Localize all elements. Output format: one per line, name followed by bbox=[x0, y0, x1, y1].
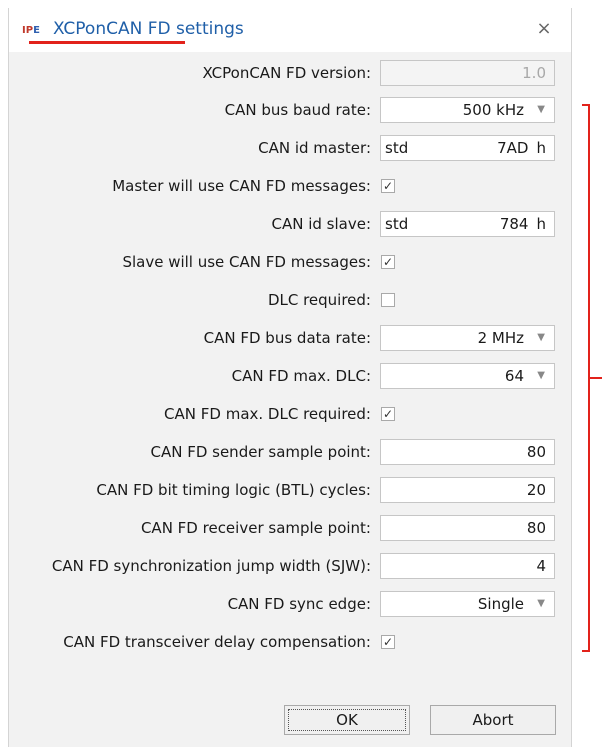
max-dlc-required-checkbox[interactable]: ✓ bbox=[381, 407, 395, 421]
sync-edge-select[interactable]: Single ▼ bbox=[380, 591, 555, 617]
id-slave-unit: h bbox=[536, 215, 546, 233]
id-master-unit: h bbox=[536, 139, 546, 157]
max-dlc-select[interactable]: 64 ▼ bbox=[380, 363, 555, 389]
title-annotation-underline bbox=[29, 41, 185, 44]
row-baud-rate: CAN bus baud rate: 500 kHz ▼ bbox=[9, 95, 571, 125]
annotation-bracket bbox=[582, 104, 590, 652]
row-sender-sample-point: CAN FD sender sample point: 80 bbox=[9, 437, 571, 467]
id-slave-type: std bbox=[385, 215, 409, 233]
sjw-input[interactable]: 4 bbox=[380, 553, 555, 579]
id-master-label: CAN id master: bbox=[258, 139, 371, 157]
receiver-sample-point-input[interactable]: 80 bbox=[380, 515, 555, 541]
id-master-type: std bbox=[385, 139, 409, 157]
baud-rate-label: CAN bus baud rate: bbox=[224, 101, 371, 119]
abort-button[interactable]: Abort bbox=[430, 705, 556, 735]
row-dlc-required: DLC required: bbox=[9, 285, 571, 315]
max-dlc-label: CAN FD max. DLC: bbox=[231, 367, 371, 385]
focus-ring bbox=[288, 709, 406, 731]
row-version: XCPonCAN FD version: 1.0 bbox=[9, 58, 571, 88]
slave-fd-checkbox[interactable]: ✓ bbox=[381, 255, 395, 269]
sync-edge-label: CAN FD sync edge: bbox=[227, 595, 371, 613]
chevron-down-icon: ▼ bbox=[537, 104, 545, 115]
row-max-dlc-required: CAN FD max. DLC required: ✓ bbox=[9, 399, 571, 429]
settings-dialog: IPE XCPonCAN FD settings × XCPonCAN FD v… bbox=[8, 8, 572, 747]
receiver-sample-point-label: CAN FD receiver sample point: bbox=[140, 519, 371, 537]
row-id-master: CAN id master: std 7AD h bbox=[9, 133, 571, 163]
max-dlc-required-label: CAN FD max. DLC required: bbox=[164, 405, 371, 423]
dlc-required-label: DLC required: bbox=[267, 291, 371, 309]
chevron-down-icon: ▼ bbox=[537, 598, 545, 609]
dlc-required-checkbox[interactable] bbox=[381, 293, 395, 307]
dialog-title: XCPonCAN FD settings bbox=[53, 19, 244, 39]
row-master-fd: Master will use CAN FD messages: ✓ bbox=[9, 171, 571, 201]
data-rate-select[interactable]: 2 MHz ▼ bbox=[380, 325, 555, 351]
row-slave-fd: Slave will use CAN FD messages: ✓ bbox=[9, 247, 571, 277]
delay-comp-label: CAN FD transceiver delay compensation: bbox=[63, 633, 371, 651]
row-sjw: CAN FD synchronization jump width (SJW):… bbox=[9, 551, 571, 581]
app-icon: IPE bbox=[22, 25, 40, 36]
chevron-down-icon: ▼ bbox=[537, 332, 545, 343]
row-sync-edge: CAN FD sync edge: Single ▼ bbox=[9, 589, 571, 619]
id-slave-label: CAN id slave: bbox=[271, 215, 371, 233]
master-fd-checkbox[interactable]: ✓ bbox=[381, 179, 395, 193]
close-icon[interactable]: × bbox=[533, 18, 555, 40]
slave-fd-label: Slave will use CAN FD messages: bbox=[122, 253, 371, 271]
row-max-dlc: CAN FD max. DLC: 64 ▼ bbox=[9, 361, 571, 391]
row-data-rate: CAN FD bus data rate: 2 MHz ▼ bbox=[9, 323, 571, 353]
sender-sample-point-label: CAN FD sender sample point: bbox=[150, 443, 371, 461]
delay-comp-checkbox[interactable]: ✓ bbox=[381, 635, 395, 649]
row-receiver-sample-point: CAN FD receiver sample point: 80 bbox=[9, 513, 571, 543]
sender-sample-point-input[interactable]: 80 bbox=[380, 439, 555, 465]
version-field: 1.0 bbox=[380, 60, 555, 86]
id-slave-input[interactable]: std 784 h bbox=[380, 211, 555, 237]
sjw-label: CAN FD synchronization jump width (SJW): bbox=[51, 557, 371, 575]
row-id-slave: CAN id slave: std 784 h bbox=[9, 209, 571, 239]
baud-rate-select[interactable]: 500 kHz ▼ bbox=[380, 97, 555, 123]
row-delay-comp: CAN FD transceiver delay compensation: ✓ bbox=[9, 627, 571, 657]
ok-button[interactable]: OK bbox=[284, 705, 410, 735]
title-bar: IPE XCPonCAN FD settings × bbox=[9, 8, 571, 52]
version-label: XCPonCAN FD version: bbox=[202, 64, 371, 82]
chevron-down-icon: ▼ bbox=[537, 370, 545, 381]
btl-cycles-label: CAN FD bit timing logic (BTL) cycles: bbox=[96, 481, 371, 499]
id-master-input[interactable]: std 7AD h bbox=[380, 135, 555, 161]
master-fd-label: Master will use CAN FD messages: bbox=[112, 177, 371, 195]
btl-cycles-input[interactable]: 20 bbox=[380, 477, 555, 503]
data-rate-label: CAN FD bus data rate: bbox=[203, 329, 371, 347]
annotation-bracket-tip bbox=[590, 377, 602, 379]
row-btl-cycles: CAN FD bit timing logic (BTL) cycles: 20 bbox=[9, 475, 571, 505]
